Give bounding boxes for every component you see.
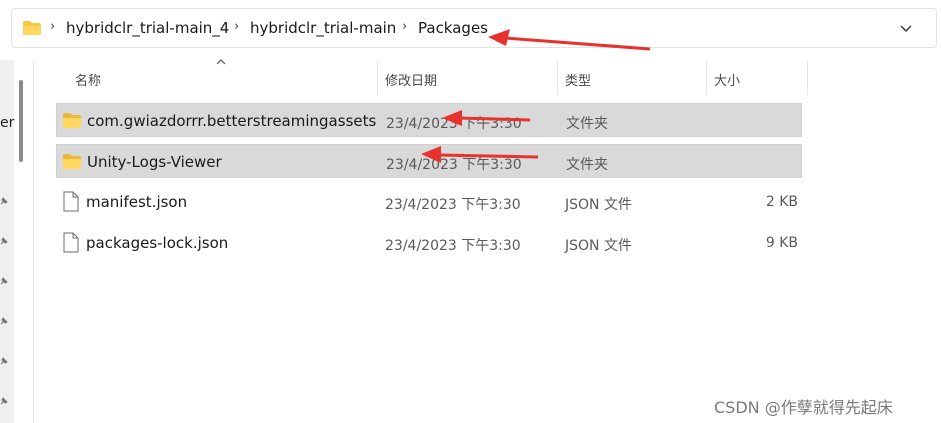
- column-divider[interactable]: [807, 61, 808, 95]
- sort-ascending-icon: [216, 59, 226, 65]
- column-divider[interactable]: [377, 61, 378, 95]
- file-row[interactable]: com.gwiazdorrr.betterstreamingassets 23/…: [56, 103, 802, 137]
- breadcrumb-item[interactable]: Packages: [418, 19, 488, 37]
- file-row[interactable]: packages-lock.json 23/4/2023 下午3:30 JSON…: [56, 226, 802, 260]
- file-date: 23/4/2023 下午3:30: [386, 116, 522, 132]
- column-divider[interactable]: [557, 61, 558, 95]
- file-name: manifest.json: [86, 193, 188, 211]
- folder-icon: [63, 113, 81, 128]
- file-row[interactable]: Unity-Logs-Viewer 23/4/2023 下午3:30 文件夹: [56, 144, 802, 178]
- file-size: 2 KB: [765, 194, 798, 210]
- column-header-date[interactable]: 修改日期: [385, 70, 437, 89]
- file-name: Unity-Logs-Viewer: [87, 153, 222, 171]
- file-icon: [63, 191, 79, 212]
- pin-icon: [0, 237, 8, 245]
- file-date: 23/4/2023 下午3:30: [385, 238, 521, 254]
- file-type: 文件夹: [566, 116, 608, 132]
- file-icon: [63, 232, 79, 253]
- file-date: 23/4/2023 下午3:30: [386, 157, 522, 173]
- chevron-right-icon: ›: [234, 19, 240, 34]
- column-header-name[interactable]: 名称: [75, 70, 101, 89]
- file-type: 文件夹: [566, 157, 608, 173]
- pin-icon: [0, 397, 8, 405]
- file-date: 23/4/2023 下午3:30: [385, 197, 521, 213]
- column-divider[interactable]: [706, 61, 707, 95]
- file-type: JSON 文件: [565, 197, 632, 213]
- folder-icon: [23, 21, 41, 35]
- scrollbar-thumb[interactable]: [19, 80, 23, 162]
- address-bar[interactable]: › hybridclr_trial-main_4 › hybridclr_tri…: [11, 8, 937, 48]
- file-size: 9 KB: [765, 235, 798, 251]
- file-name: com.gwiazdorrr.betterstreamingassets: [87, 112, 377, 130]
- chevron-down-icon[interactable]: [898, 20, 914, 36]
- column-header-type[interactable]: 类型: [565, 70, 591, 89]
- pin-icon: [0, 277, 8, 285]
- breadcrumb-item[interactable]: hybridclr_trial-main_4: [66, 19, 229, 37]
- file-row[interactable]: manifest.json 23/4/2023 下午3:30 JSON 文件 2…: [56, 185, 802, 219]
- navigation-pane: er: [0, 60, 34, 423]
- chevron-right-icon: ›: [50, 19, 56, 34]
- breadcrumb-item[interactable]: hybridclr_trial-main: [250, 19, 396, 37]
- watermark: CSDN @作孽就得先起床: [714, 398, 893, 417]
- chevron-right-icon: ›: [402, 19, 408, 34]
- folder-icon: [63, 154, 81, 169]
- pin-icon: [0, 317, 8, 325]
- file-name: packages-lock.json: [86, 234, 229, 252]
- navigation-item-label[interactable]: er: [0, 115, 14, 131]
- pin-icon: [0, 197, 8, 205]
- pane-divider: [33, 60, 34, 423]
- file-type: JSON 文件: [565, 238, 632, 254]
- pin-icon: [0, 357, 8, 365]
- column-header-size[interactable]: 大小: [714, 70, 740, 89]
